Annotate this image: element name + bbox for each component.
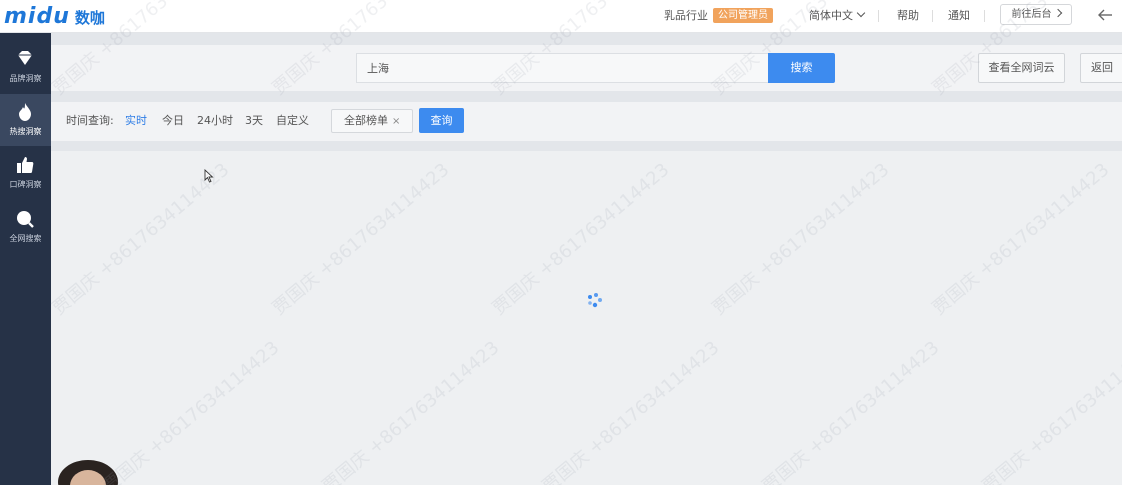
view-word-cloud-button[interactable]: 查看全网词云 (978, 53, 1065, 83)
filter-option-custom[interactable]: 自定义 (276, 114, 309, 128)
tag-label: 全部榜单 (344, 114, 388, 127)
sidebar-nav: 品牌洞察 热搜洞察 口碑洞察 全网搜索 (0, 33, 51, 485)
sidebar-item-web-search[interactable]: 全网搜索 (0, 201, 51, 253)
brand-logo[interactable]: midu 数咖 (4, 3, 105, 29)
sidebar-item-label: 品牌洞察 (9, 74, 42, 83)
notify-link[interactable]: 通知 (948, 8, 970, 24)
divider (932, 10, 933, 22)
top-bar: midu 数咖 乳品行业 公司管理员 简体中文 帮助 通知 前往后台 (0, 0, 1122, 33)
chevron-right-icon (1053, 8, 1062, 18)
language-dropdown[interactable]: 简体中文 (809, 8, 866, 24)
divider (984, 10, 985, 22)
help-link[interactable]: 帮助 (897, 8, 919, 24)
flame-icon (19, 103, 31, 121)
search-icon (17, 211, 34, 228)
company-admin-badge: 公司管理员 (713, 8, 773, 23)
arrow-left-icon[interactable] (1097, 8, 1113, 22)
sidebar-item-label: 口碑洞察 (9, 180, 42, 189)
goto-backend-label: 前往后台 (1011, 9, 1052, 20)
section-divider (51, 91, 1122, 102)
filter-option-today[interactable]: 今日 (162, 114, 184, 128)
filter-option-24h[interactable]: 24小时 (197, 114, 233, 128)
sidebar-item-hot-search[interactable]: 热搜洞察 (0, 94, 51, 146)
section-divider (51, 141, 1122, 151)
search-button[interactable]: 搜索 (768, 53, 835, 83)
ranking-filter-tag[interactable]: 全部榜单 × (331, 109, 413, 133)
logo-text-latin: midu (4, 4, 70, 29)
time-filter-label: 时间查询: (66, 114, 114, 127)
search-input[interactable] (356, 53, 769, 83)
goto-backend-button[interactable]: 前往后台 (1000, 4, 1072, 25)
loading-spinner-icon (588, 293, 602, 308)
back-button[interactable]: 返回 (1080, 53, 1122, 83)
webcam-overlay (58, 460, 118, 485)
results-area (51, 151, 1122, 485)
close-icon[interactable]: × (392, 116, 400, 127)
filter-option-3days[interactable]: 3天 (245, 114, 263, 128)
sidebar-item-word-of-mouth[interactable]: 口碑洞察 (0, 147, 51, 199)
thumbs-up-icon (17, 157, 34, 173)
sidebar-item-label: 热搜洞察 (9, 127, 42, 136)
query-button[interactable]: 查询 (419, 108, 464, 133)
diamond-icon (18, 51, 32, 65)
sidebar-item-brand-insight[interactable]: 品牌洞察 (0, 41, 51, 93)
filter-option-realtime[interactable]: 实时 (125, 114, 147, 128)
section-divider (51, 33, 1122, 45)
sidebar-item-label: 全网搜索 (9, 234, 42, 243)
mouse-cursor-icon (204, 169, 214, 183)
logo-text-cn: 数咖 (74, 9, 105, 27)
chevron-down-icon (856, 8, 866, 18)
divider (878, 10, 879, 22)
language-label: 简体中文 (809, 9, 853, 22)
industry-selector[interactable]: 乳品行业 (664, 8, 708, 24)
